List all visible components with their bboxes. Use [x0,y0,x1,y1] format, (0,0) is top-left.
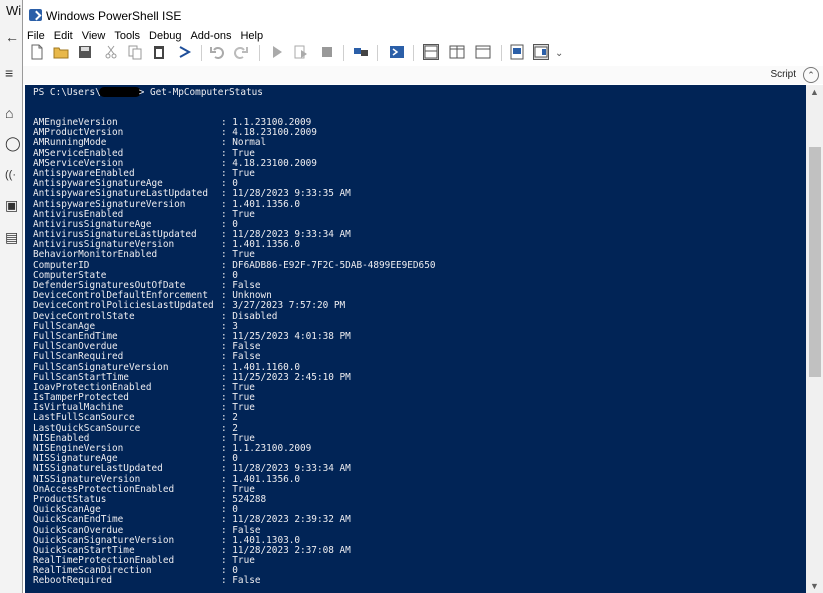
toolbar-overflow-icon[interactable]: ⌄ [555,48,563,59]
menu-file[interactable]: File [27,29,50,43]
console-prompt: PS C:\Users\ > Get-MpComputerStatus [33,87,263,98]
script-pane-bar: Script ⌃ [23,66,823,84]
property-name: FullScanRequired [33,351,124,363]
menu-view[interactable]: View [82,29,111,43]
toolbar-separator [413,45,414,61]
open-folder-icon[interactable] [53,44,69,60]
toolbar-separator [377,45,378,61]
save-icon[interactable] [77,44,93,60]
powershell-ise-icon [29,9,42,21]
console-scrollbar[interactable]: ▲ ▼ [806,85,823,593]
toolbar: ⌄ [23,42,823,64]
menu-tools[interactable]: Tools [114,29,145,43]
powershell-ise-window: Windows PowerShell ISE File Edit View To… [22,0,823,593]
shield-icon[interactable]: ◯ [5,136,21,150]
copy-icon[interactable] [127,44,143,60]
cut-icon[interactable] [103,44,119,60]
scroll-down-icon[interactable]: ▼ [810,581,819,591]
laptop-icon[interactable]: ▤ [5,230,19,244]
toolbar-separator [259,45,260,61]
show-command-addon-icon[interactable] [533,44,549,60]
wifi-icon[interactable]: ((· [5,168,19,182]
menu-bar: File Edit View Tools Debug Add-ons Help [27,29,272,43]
window-title: Windows PowerShell ISE [46,9,182,23]
toolbar-separator [501,45,502,61]
background-window-title-fragment: Wi [6,3,22,18]
background-settings-sidebar: Wi ← ≡ ⌂ ◯ ((· ▣ ▤ [0,0,23,593]
property-value: : 11/28/2023 2:39:32 AM [221,514,351,526]
property-value: : False [221,575,261,587]
script-pane-toggle-icon[interactable]: ⌃ [803,67,819,83]
title-bar: Windows PowerShell ISE [23,5,803,27]
property-name: QuickScanEndTime [33,514,124,526]
menu-debug[interactable]: Debug [149,29,186,43]
redo-icon[interactable] [233,44,249,60]
hamburger-menu-icon[interactable]: ≡ [5,66,19,80]
menu-edit[interactable]: Edit [54,29,78,43]
prompt-command: > Get-MpComputerStatus [138,87,263,98]
run-selection-icon[interactable] [293,44,309,60]
scroll-up-icon[interactable]: ▲ [810,87,819,97]
window-icon[interactable]: ▣ [5,198,19,212]
prompt-prefix: PS C:\Users\ [33,87,101,98]
menu-addons[interactable]: Add-ons [190,29,236,43]
toolbar-separator [201,45,202,61]
menu-help[interactable]: Help [240,29,268,43]
property-name: AntispywareSignatureLastUpdated [33,188,208,200]
start-powershell-icon[interactable] [389,44,405,60]
show-command-window-icon[interactable] [509,44,525,60]
back-arrow-icon[interactable]: ← [5,30,19,44]
script-pane-label[interactable]: Script [770,69,796,80]
home-icon[interactable]: ⌂ [5,106,19,120]
stop-icon[interactable] [319,44,335,60]
scrollbar-thumb[interactable] [809,147,821,377]
console-pane[interactable]: PS C:\Users\ > Get-MpComputerStatus AMEng… [25,85,806,593]
show-script-pane-max-icon[interactable] [475,44,491,60]
property-value: : 11/28/2023 9:33:35 AM [221,188,351,200]
redacted-username [98,87,141,97]
show-script-pane-right-icon[interactable] [449,44,465,60]
paste-icon[interactable] [151,44,167,60]
property-name: RebootRequired [33,575,113,587]
show-script-pane-top-icon[interactable] [423,44,439,60]
property-value: : DF6ADB86-E92F-7F2C-5DAB-4899EE9ED650 [221,259,436,271]
toolbar-separator [343,45,344,61]
new-file-icon[interactable] [29,44,45,60]
property-value: : False [221,351,261,363]
clear-console-icon[interactable] [177,44,193,60]
run-icon[interactable] [269,44,285,60]
undo-icon[interactable] [209,44,225,60]
remote-tab-icon[interactable] [353,44,369,60]
